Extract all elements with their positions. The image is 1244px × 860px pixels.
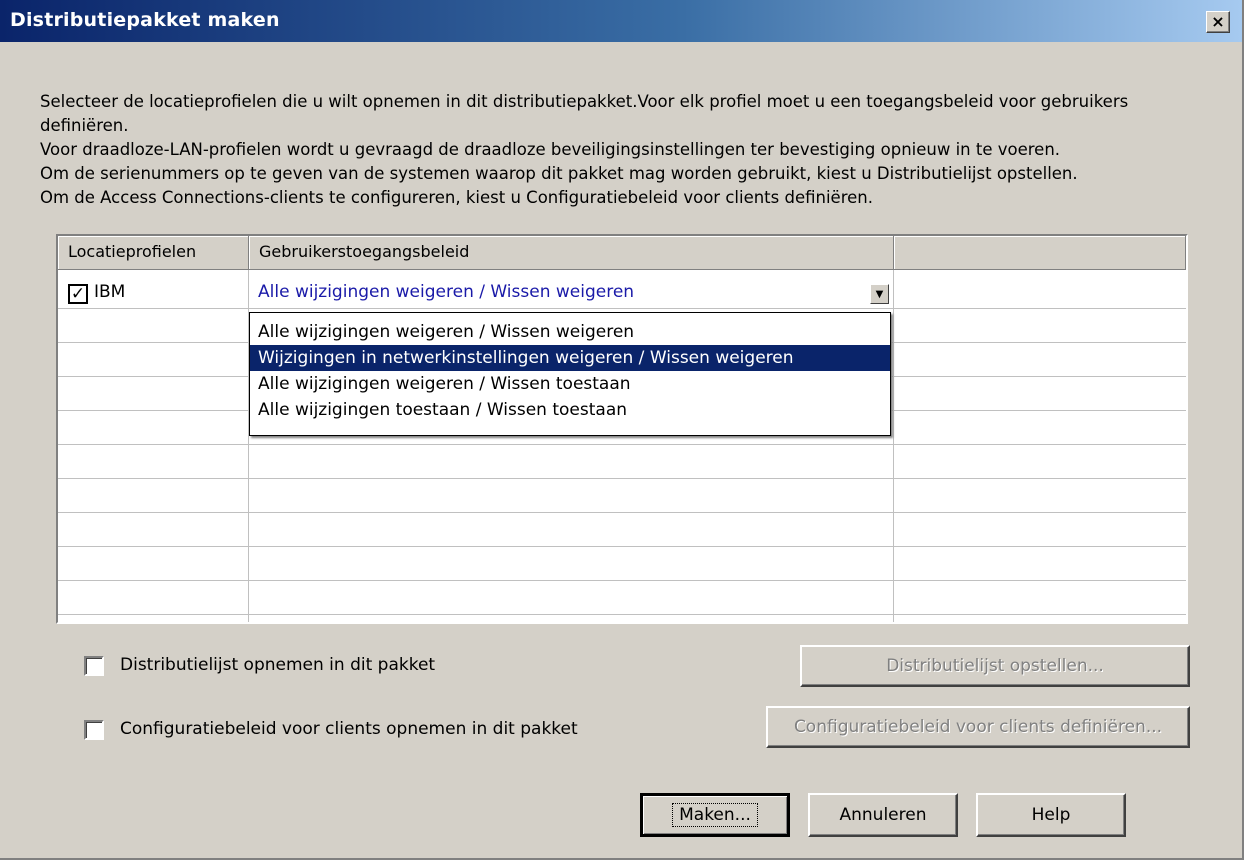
row-divider <box>58 580 1186 581</box>
row-divider <box>58 308 1186 309</box>
policy-option[interactable]: Alle wijzigingen weigeren / Wissen toest… <box>250 371 890 397</box>
profiles-grid[interactable]: Locatieprofielen Gebruikerstoegangsbelei… <box>56 234 1188 624</box>
include-distribution-list-checkbox[interactable] <box>84 656 104 676</box>
dialog-title: Distributiepakket maken <box>10 9 280 31</box>
instruction-line-4: Om de Access Connections-clients te conf… <box>40 188 873 207</box>
title-bar[interactable]: Distributiepakket maken × <box>0 0 1242 42</box>
instruction-line-1: Selecteer de locatieprofielen die u wilt… <box>40 92 1129 135</box>
close-button[interactable]: × <box>1206 11 1230 33</box>
policy-dropdown-button[interactable]: ▼ <box>870 284 889 304</box>
row-divider <box>58 614 1186 615</box>
include-distribution-list-label[interactable]: Distributielijst opnemen in dit pakket <box>120 655 435 675</box>
cancel-button[interactable]: Annuleren <box>808 793 958 837</box>
column-header-location-profiles[interactable]: Locatieprofielen <box>58 236 249 270</box>
checkmark-icon: ✓ <box>70 283 86 304</box>
policy-option-highlighted[interactable]: Wijzigingen in netwerkinstellingen weige… <box>250 345 890 371</box>
instructions-text: Selecteer de locatieprofielen die u wilt… <box>40 90 1220 210</box>
row-divider <box>58 478 1186 479</box>
include-client-policy-checkbox[interactable] <box>84 720 104 740</box>
dropdown-arrow-icon: ▼ <box>875 288 884 300</box>
profile-ibm-checkbox[interactable]: ✓ <box>68 284 88 304</box>
policy-select-value[interactable]: Alle wijzigingen weigeren / Wissen weige… <box>258 282 634 302</box>
include-client-policy-label[interactable]: Configuratiebeleid voor clients opnemen … <box>120 719 578 739</box>
instruction-line-2: Voor draadloze-LAN-profielen wordt u gev… <box>40 140 1061 159</box>
make-button-label: Maken... <box>672 803 758 827</box>
profile-name: IBM <box>94 282 126 302</box>
policy-option[interactable]: Alle wijzigingen weigeren / Wissen weige… <box>250 319 890 345</box>
policy-dropdown-list[interactable]: Alle wijzigingen weigeren / Wissen weige… <box>249 312 891 436</box>
help-button[interactable]: Help <box>976 793 1126 837</box>
make-button[interactable]: Maken... <box>640 793 790 837</box>
column-header-user-access-policy[interactable]: Gebruikerstoegangsbeleid <box>249 236 894 270</box>
instruction-line-3: Om de serienummers op te geven van de sy… <box>40 164 1078 183</box>
close-icon: × <box>1211 12 1225 31</box>
column-header-empty <box>894 236 1186 270</box>
dialog-window: Distributiepakket maken × Selecteer de l… <box>0 0 1244 860</box>
policy-option[interactable]: Alle wijzigingen toestaan / Wissen toest… <box>250 397 890 423</box>
create-distribution-list-button[interactable]: Distributielijst opstellen... <box>800 645 1190 687</box>
row-divider <box>58 512 1186 513</box>
row-divider <box>58 546 1186 547</box>
column-divider <box>893 270 894 622</box>
define-client-policy-button[interactable]: Configuratiebeleid voor clients definiër… <box>766 706 1190 748</box>
row-divider <box>58 444 1186 445</box>
